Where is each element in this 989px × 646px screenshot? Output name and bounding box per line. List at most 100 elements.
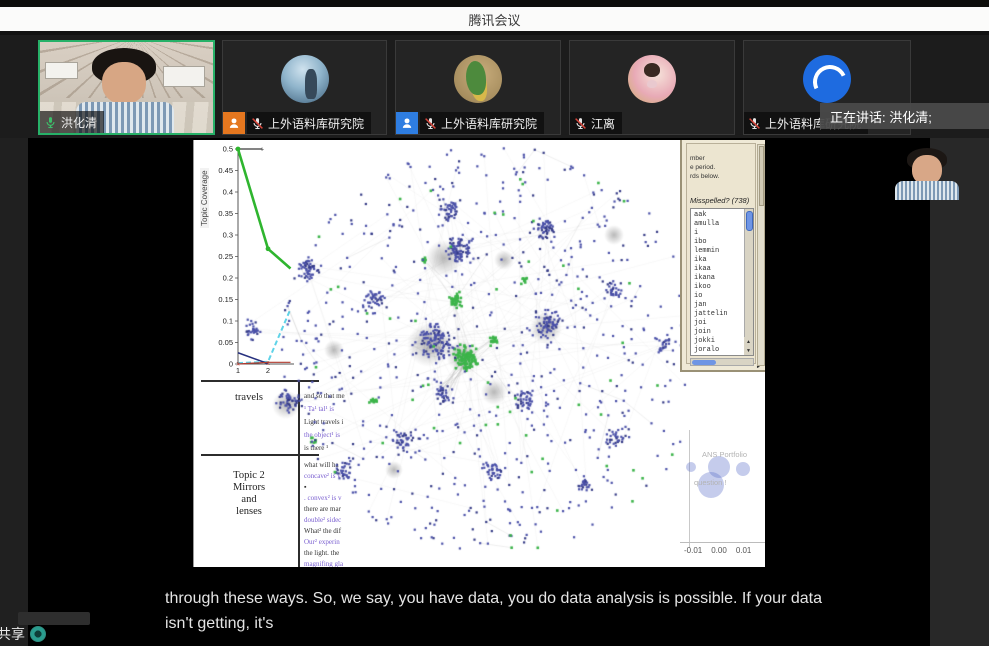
mini-chart-left-border — [689, 430, 690, 548]
mic-muted-icon — [251, 117, 264, 130]
table-cell-line: What² the dif — [304, 526, 400, 537]
window-scrollbar — [757, 144, 765, 366]
speaking-now-tooltip: 正在讲话: 洪化清; — [820, 103, 989, 129]
participant-name: 上外语料库研究院 — [441, 115, 537, 132]
window-title: 腾讯会议 — [468, 10, 520, 29]
name-badge: 洪化清 — [40, 111, 104, 133]
participant-avatar — [628, 55, 676, 103]
svg-text:0.35: 0.35 — [218, 209, 233, 218]
table-cell-line: Light travels i — [304, 416, 400, 429]
window-titlebar: 腾讯会议 — [0, 7, 989, 31]
member-role-icon — [396, 112, 418, 134]
mini-bubble-chart: ANS Portfolio question ! -0.01 0.00 0.01 — [680, 430, 765, 560]
participant-avatar — [454, 55, 502, 103]
svg-text:0.5: 0.5 — [223, 145, 233, 154]
table-cell-line: what will ha — [304, 460, 400, 471]
mic-muted-icon — [574, 117, 587, 130]
table-cell-lines: what will haconcave² is v▪. convex² is v… — [304, 460, 400, 567]
room-screen-right — [163, 66, 205, 87]
chart-y-axis-label: Topic Coverage — [200, 168, 209, 228]
participant-tile-hong[interactable]: 洪化清 — [38, 40, 215, 135]
mic-muted-icon — [424, 117, 437, 130]
x-tick: -0.01 — [684, 546, 702, 555]
person-icon — [227, 116, 241, 130]
instruction-line: rds below. — [690, 172, 752, 181]
share-control[interactable]: 共享 — [0, 624, 46, 644]
table-row-label: Topic 2 Mirrors and lenses — [201, 470, 297, 518]
table-row-label: travels — [201, 392, 297, 404]
instruction-line: mber — [690, 154, 752, 163]
scrollbar-arrows: ▲▼ — [744, 337, 753, 355]
x-tick: 0.01 — [736, 546, 752, 555]
participant-avatar — [281, 55, 329, 103]
presenter-shirt — [895, 181, 959, 200]
participant-name: 江离 — [591, 115, 615, 132]
document-table: travels Topic 2 Mirrors and lenses and s… — [201, 380, 319, 567]
participant-tile-corpus-2[interactable]: 上外语料库研究院 — [395, 40, 561, 135]
bubble — [736, 462, 750, 476]
member-role-icon — [223, 112, 245, 134]
right-rail — [930, 138, 989, 646]
table-cell-line: the light. the — [304, 548, 400, 559]
faint-label: question ! — [694, 478, 727, 487]
share-label: 共享 — [0, 624, 25, 644]
table-cell-line: ▪ — [304, 482, 400, 493]
name-badge: 上外语料库研究院 — [247, 112, 371, 134]
svg-text:2: 2 — [266, 366, 270, 375]
live-caption: through these ways. So, we say, you have… — [165, 586, 845, 636]
svg-text:0.15: 0.15 — [218, 295, 233, 304]
svg-text:0.05: 0.05 — [218, 338, 233, 347]
meeting-window: 腾讯会议 洪化清 — [0, 0, 989, 646]
caption-line-1: through these ways. So, we say, you have… — [165, 586, 845, 611]
bubble — [686, 462, 696, 472]
mini-chart-ticks: -0.01 0.00 0.01 — [684, 546, 765, 555]
svg-text:0.25: 0.25 — [218, 252, 233, 261]
shared-screen-content: 0.50.450.40.350.30.250.20.150.10.05012+x… — [193, 140, 765, 567]
mini-chart-x-axis — [680, 542, 765, 543]
table-cell-line: is there ¹ — [304, 442, 400, 452]
table-row-border — [201, 454, 319, 456]
name-badge: 江离 — [570, 112, 622, 134]
scrollbar-thumb — [759, 146, 764, 206]
participant-strip: 洪化清 上外语料库研究院 — [0, 35, 989, 138]
participant-tile-corpus-1[interactable]: 上外语料库研究院 — [222, 40, 387, 135]
svg-text:0.2: 0.2 — [223, 274, 233, 283]
svg-text:0.1: 0.1 — [223, 317, 233, 326]
table-cell-line: concave² is v — [304, 471, 400, 482]
table-cell-line: . convex² is v — [304, 493, 400, 504]
list-horizontal-scrollbar — [690, 358, 754, 366]
participant-name: 上外语料库研究院 — [268, 115, 364, 132]
scrollbar-thumb — [746, 211, 753, 231]
room-screen-left — [45, 62, 78, 79]
misspelled-list: ▲▼ aakamullaiibolemminikaikaaikanaikooio… — [690, 208, 754, 356]
svg-text:0.4: 0.4 — [223, 188, 233, 197]
table-cell-line: the object¹ is — [304, 429, 400, 442]
caption-line-2: isn't getting, it's — [165, 611, 845, 636]
table-cell-line: and so that me — [304, 390, 400, 403]
speaker-face — [102, 62, 146, 104]
svg-text:0: 0 — [229, 360, 233, 369]
table-cell-line: double² sidec — [304, 515, 400, 526]
list-vertical-scrollbar — [744, 209, 753, 355]
participant-name: 洪化清 — [61, 114, 97, 131]
table-cell-line: ¹ Ta¹ tal¹ is — [304, 403, 400, 416]
instruction-line: e period. — [690, 163, 752, 172]
table-cell-line: Our² experin — [304, 537, 400, 548]
table-cell-line: there are mar — [304, 504, 400, 515]
mic-muted-icon — [748, 117, 761, 130]
spellcheck-instructions: mbere period.rds below. — [690, 154, 752, 181]
topic-coverage-chart: 0.50.450.40.350.30.250.20.150.10.05012+x… — [194, 142, 302, 382]
share-status-icon[interactable] — [30, 626, 46, 642]
participant-tile-jiangli[interactable]: 江离 — [569, 40, 735, 135]
table-column-border — [298, 382, 300, 567]
top-dark-strip — [0, 0, 989, 7]
misspelled-list-title: Misspelled? (738) — [690, 196, 758, 205]
mic-on-icon — [44, 116, 57, 129]
table-cell-line: magnifing gla — [304, 559, 400, 567]
presenter-face-overlay — [887, 148, 965, 200]
person-icon — [400, 116, 414, 130]
participant-avatar — [803, 55, 851, 103]
faint-label: ANS Portfolio — [702, 450, 747, 459]
x-tick: 0.00 — [711, 546, 727, 555]
scrollbar-thumb — [692, 360, 716, 365]
